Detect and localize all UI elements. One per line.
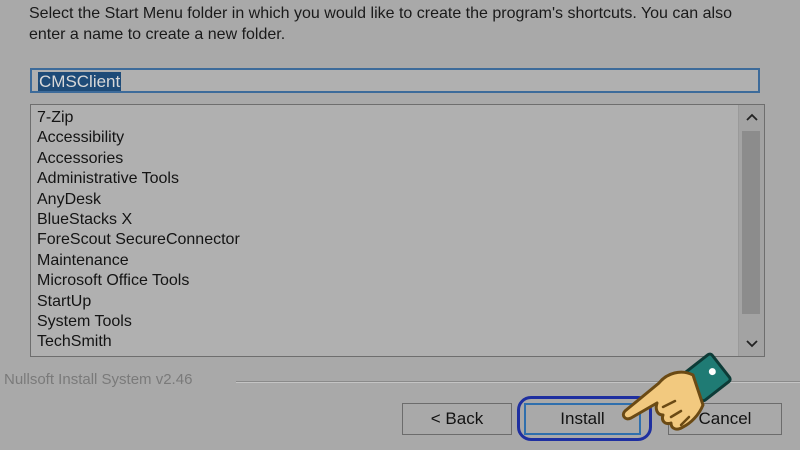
folder-input-value: CMSClient bbox=[38, 72, 122, 91]
list-item[interactable]: Maintenance bbox=[37, 251, 240, 271]
start-menu-folder-list[interactable]: 7-Zip Accessibility Accessories Administ… bbox=[30, 104, 765, 357]
chevron-down-icon[interactable] bbox=[739, 332, 764, 356]
pointing-hand-icon bbox=[621, 352, 732, 431]
vertical-scrollbar[interactable] bbox=[738, 105, 764, 356]
start-menu-folder-input[interactable]: CMSClient bbox=[30, 68, 760, 93]
list-item[interactable]: StartUp bbox=[37, 292, 240, 312]
back-button[interactable]: < Back bbox=[402, 403, 512, 435]
list-item[interactable]: System Tools bbox=[37, 312, 240, 332]
list-item[interactable]: Administrative Tools bbox=[37, 169, 240, 189]
list-item[interactable]: AnyDesk bbox=[37, 190, 240, 210]
list-item[interactable]: Accessibility bbox=[37, 128, 240, 148]
branding-text: Nullsoft Install System v2.46 bbox=[4, 371, 197, 388]
list-item[interactable]: Accessories bbox=[37, 149, 240, 169]
instructions-text: Select the Start Menu folder in which yo… bbox=[29, 5, 732, 43]
list-item[interactable]: ForeScout SecureConnector bbox=[37, 230, 240, 250]
list-item[interactable]: 7-Zip bbox=[37, 108, 240, 128]
list-item[interactable]: Microsoft Office Tools bbox=[37, 271, 240, 291]
scroll-thumb[interactable] bbox=[742, 131, 760, 314]
chevron-up-icon[interactable] bbox=[739, 105, 764, 129]
list-item[interactable]: TechSmith bbox=[37, 332, 240, 352]
list-item[interactable]: BlueStacks X bbox=[37, 210, 240, 230]
folder-list-items: 7-Zip Accessibility Accessories Administ… bbox=[37, 108, 240, 353]
